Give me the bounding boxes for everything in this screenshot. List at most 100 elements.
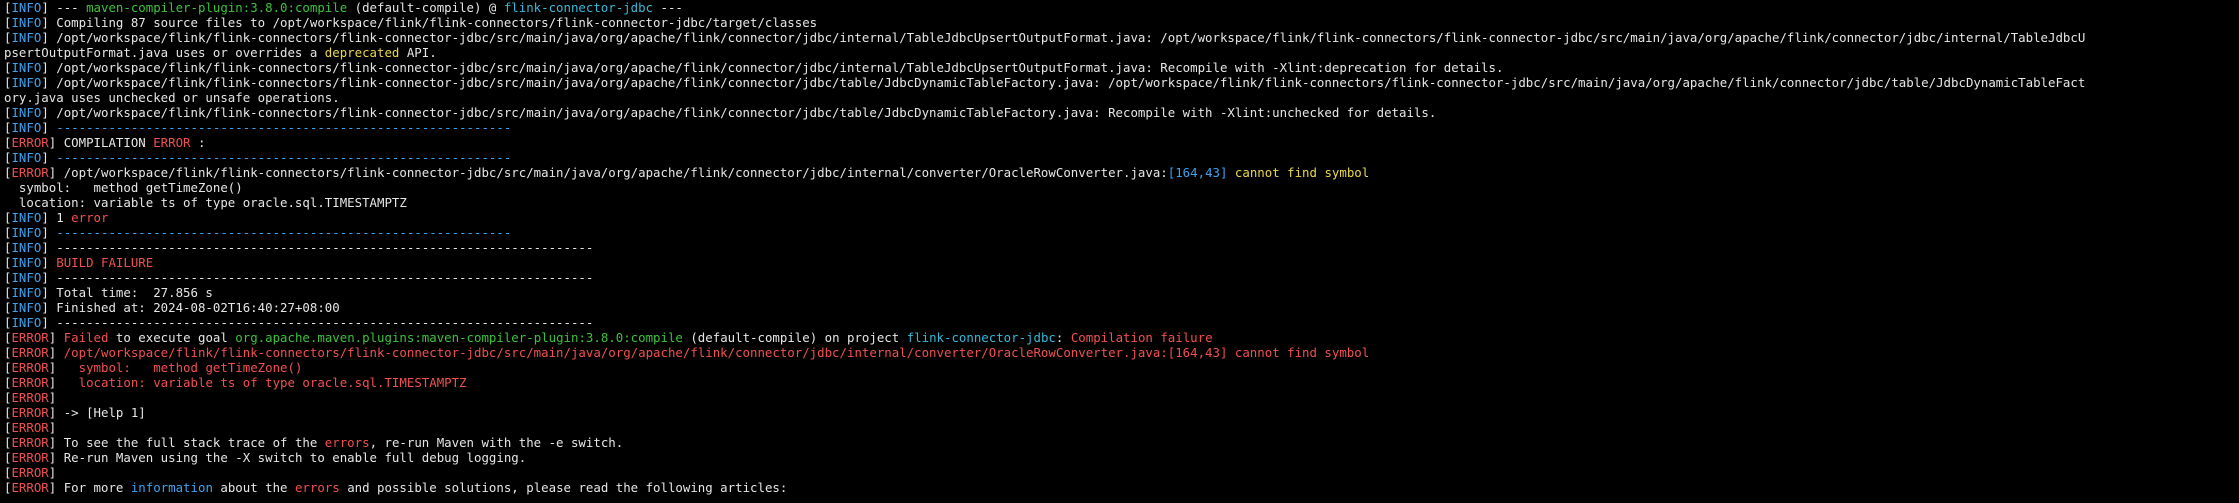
log-text-segment: to execute goal	[108, 330, 236, 345]
log-text-segment: ERROR	[11, 330, 49, 345]
terminal-line: [INFO] /opt/workspace/flink/flink-connec…	[4, 30, 2239, 45]
log-text-segment: ] 1	[41, 210, 72, 225]
log-text-segment: ERROR	[11, 405, 49, 420]
log-text-segment: INFO	[11, 75, 42, 90]
log-text-segment: ]	[41, 150, 57, 165]
log-text-segment: errors	[294, 480, 340, 495]
terminal-line: [INFO] Total time: 27.856 s	[4, 285, 2239, 300]
terminal-line: [INFO] ---------------------------------…	[4, 150, 2239, 165]
terminal-line: [INFO] ---------------------------------…	[4, 120, 2239, 135]
log-text-segment: ] --------------------------------------…	[41, 315, 594, 330]
terminal-line: [ERROR] symbol: method getTimeZone()	[4, 360, 2239, 375]
log-text-segment: ] /opt/workspace/flink/flink-connectors/…	[48, 165, 1168, 180]
log-text-segment: INFO	[11, 15, 42, 30]
log-text-segment: information	[130, 480, 213, 495]
log-text-segment: ] Finished at: 2024-08-02T16:40:27+08:00	[41, 300, 340, 315]
log-text-segment: ----------------------------------------…	[56, 120, 512, 135]
log-text-segment: :	[190, 135, 206, 150]
log-text-segment: ERROR	[11, 135, 49, 150]
terminal-line: location: variable ts of type oracle.sql…	[4, 195, 2239, 210]
log-text-segment: BUILD FAILURE	[56, 255, 154, 270]
log-text-segment: INFO	[11, 60, 42, 75]
log-text-segment: flink-connector-jdbc	[503, 0, 654, 15]
log-text-segment: ] ---	[41, 0, 87, 15]
terminal-line: [INFO] --- maven-compiler-plugin:3.8.0:c…	[4, 0, 2239, 15]
log-text-segment: (default-compile) @	[347, 0, 504, 15]
log-text-segment: ] --------------------------------------…	[41, 270, 594, 285]
terminal-line: [ERROR]	[4, 390, 2239, 405]
terminal-line: [ERROR] For more information about the e…	[4, 480, 2239, 495]
log-text-segment: cannot find symbol	[1234, 165, 1370, 180]
log-text-segment: flink-connector-jdbc	[906, 330, 1056, 345]
log-text-segment: , re-run Maven with the -e switch.	[369, 435, 624, 450]
log-text-segment: ]	[48, 465, 57, 480]
terminal-line: [INFO] BUILD FAILURE	[4, 255, 2239, 270]
log-text-segment: ERROR	[11, 420, 49, 435]
log-text-segment: ]	[48, 360, 79, 375]
log-text-segment: ]	[41, 255, 57, 270]
terminal-line: [ERROR] Failed to execute goal org.apach…	[4, 330, 2239, 345]
terminal-line: [INFO] /opt/workspace/flink/flink-connec…	[4, 105, 2239, 120]
log-text-segment: and possible solutions, please read the …	[339, 480, 788, 495]
log-text-segment: ERROR	[11, 345, 49, 360]
log-text-segment: :	[1055, 330, 1071, 345]
terminal-line: [ERROR] /opt/workspace/flink/flink-conne…	[4, 165, 2239, 180]
log-text-segment: INFO	[11, 210, 42, 225]
log-text-segment: psertOutputFormat.java uses or overrides…	[4, 45, 325, 60]
log-text-segment: ]	[48, 330, 64, 345]
terminal-line: [INFO] 1 error	[4, 210, 2239, 225]
log-text-segment: INFO	[11, 225, 42, 240]
log-text-segment: ERROR	[11, 450, 49, 465]
log-text-segment: ] /opt/workspace/flink/flink-connectors/…	[41, 60, 1504, 75]
terminal-line: [INFO] Compiling 87 source files to /opt…	[4, 15, 2239, 30]
log-text-segment: INFO	[11, 0, 42, 15]
log-text-segment: INFO	[11, 285, 42, 300]
log-text-segment: ] Total time: 27.856 s	[41, 285, 213, 300]
log-text-segment: ] Compiling 87 source files to /opt/work…	[41, 15, 818, 30]
terminal-line: [ERROR]	[4, 465, 2239, 480]
log-text-segment: ERROR	[11, 465, 49, 480]
log-text-segment: ]	[48, 375, 79, 390]
log-text-segment: ] --------------------------------------…	[41, 240, 594, 255]
terminal-line: [ERROR] To see the full stack trace of t…	[4, 435, 2239, 450]
log-text-segment: (default-compile) on project	[682, 330, 907, 345]
log-text-segment: location: variable ts of type oracle.sql…	[4, 195, 407, 210]
log-text-segment: ] To see the full stack trace of the	[48, 435, 325, 450]
log-text-segment: INFO	[11, 315, 42, 330]
terminal-line: [ERROR] -> [Help 1]	[4, 405, 2239, 420]
log-text-segment	[1227, 165, 1234, 180]
terminal-line: [INFO] /opt/workspace/flink/flink-connec…	[4, 75, 2239, 90]
log-text-segment: ] -> [Help 1]	[48, 405, 146, 420]
terminal-output[interactable]: [INFO] --- maven-compiler-plugin:3.8.0:c…	[0, 0, 2239, 503]
log-text-segment: ----------------------------------------…	[56, 225, 512, 240]
log-text-segment: ERROR	[11, 165, 49, 180]
log-text-segment: INFO	[11, 105, 42, 120]
terminal-line: [ERROR] COMPILATION ERROR :	[4, 135, 2239, 150]
terminal-line: [ERROR] /opt/workspace/flink/flink-conne…	[4, 345, 2239, 360]
log-text-segment: ] /opt/workspace/flink/flink-connectors/…	[41, 75, 2086, 90]
log-text-segment: INFO	[11, 270, 42, 285]
log-text-segment: INFO	[11, 255, 42, 270]
terminal-line: [INFO] /opt/workspace/flink/flink-connec…	[4, 60, 2239, 75]
log-text-segment: location: variable ts of type oracle.sql…	[78, 375, 467, 390]
log-text-segment: INFO	[11, 300, 42, 315]
terminal-line: [ERROR] location: variable ts of type or…	[4, 375, 2239, 390]
terminal-line: [ERROR]	[4, 420, 2239, 435]
terminal-line: [INFO] ---------------------------------…	[4, 240, 2239, 255]
terminal-line: ory.java uses unchecked or unsafe operat…	[4, 90, 2239, 105]
log-text-segment: ory.java uses unchecked or unsafe operat…	[4, 90, 340, 105]
log-text-segment: symbol: method getTimeZone()	[4, 180, 243, 195]
log-text-segment: ]	[41, 225, 57, 240]
log-text-segment: ]	[41, 120, 57, 135]
log-text-segment: error	[71, 210, 109, 225]
log-text-segment: ERROR	[11, 435, 49, 450]
log-text-segment: ----------------------------------------…	[56, 150, 512, 165]
log-text-segment: ] /opt/workspace/flink/flink-connectors/…	[41, 30, 2086, 45]
log-text-segment: INFO	[11, 120, 42, 135]
log-text-segment: symbol: method getTimeZone()	[78, 360, 303, 375]
log-text-segment: about the	[212, 480, 295, 495]
log-text-segment: INFO	[11, 150, 42, 165]
log-text-segment: INFO	[11, 30, 42, 45]
log-text-segment: API.	[399, 45, 437, 60]
log-text-segment: ] COMPILATION	[48, 135, 154, 150]
